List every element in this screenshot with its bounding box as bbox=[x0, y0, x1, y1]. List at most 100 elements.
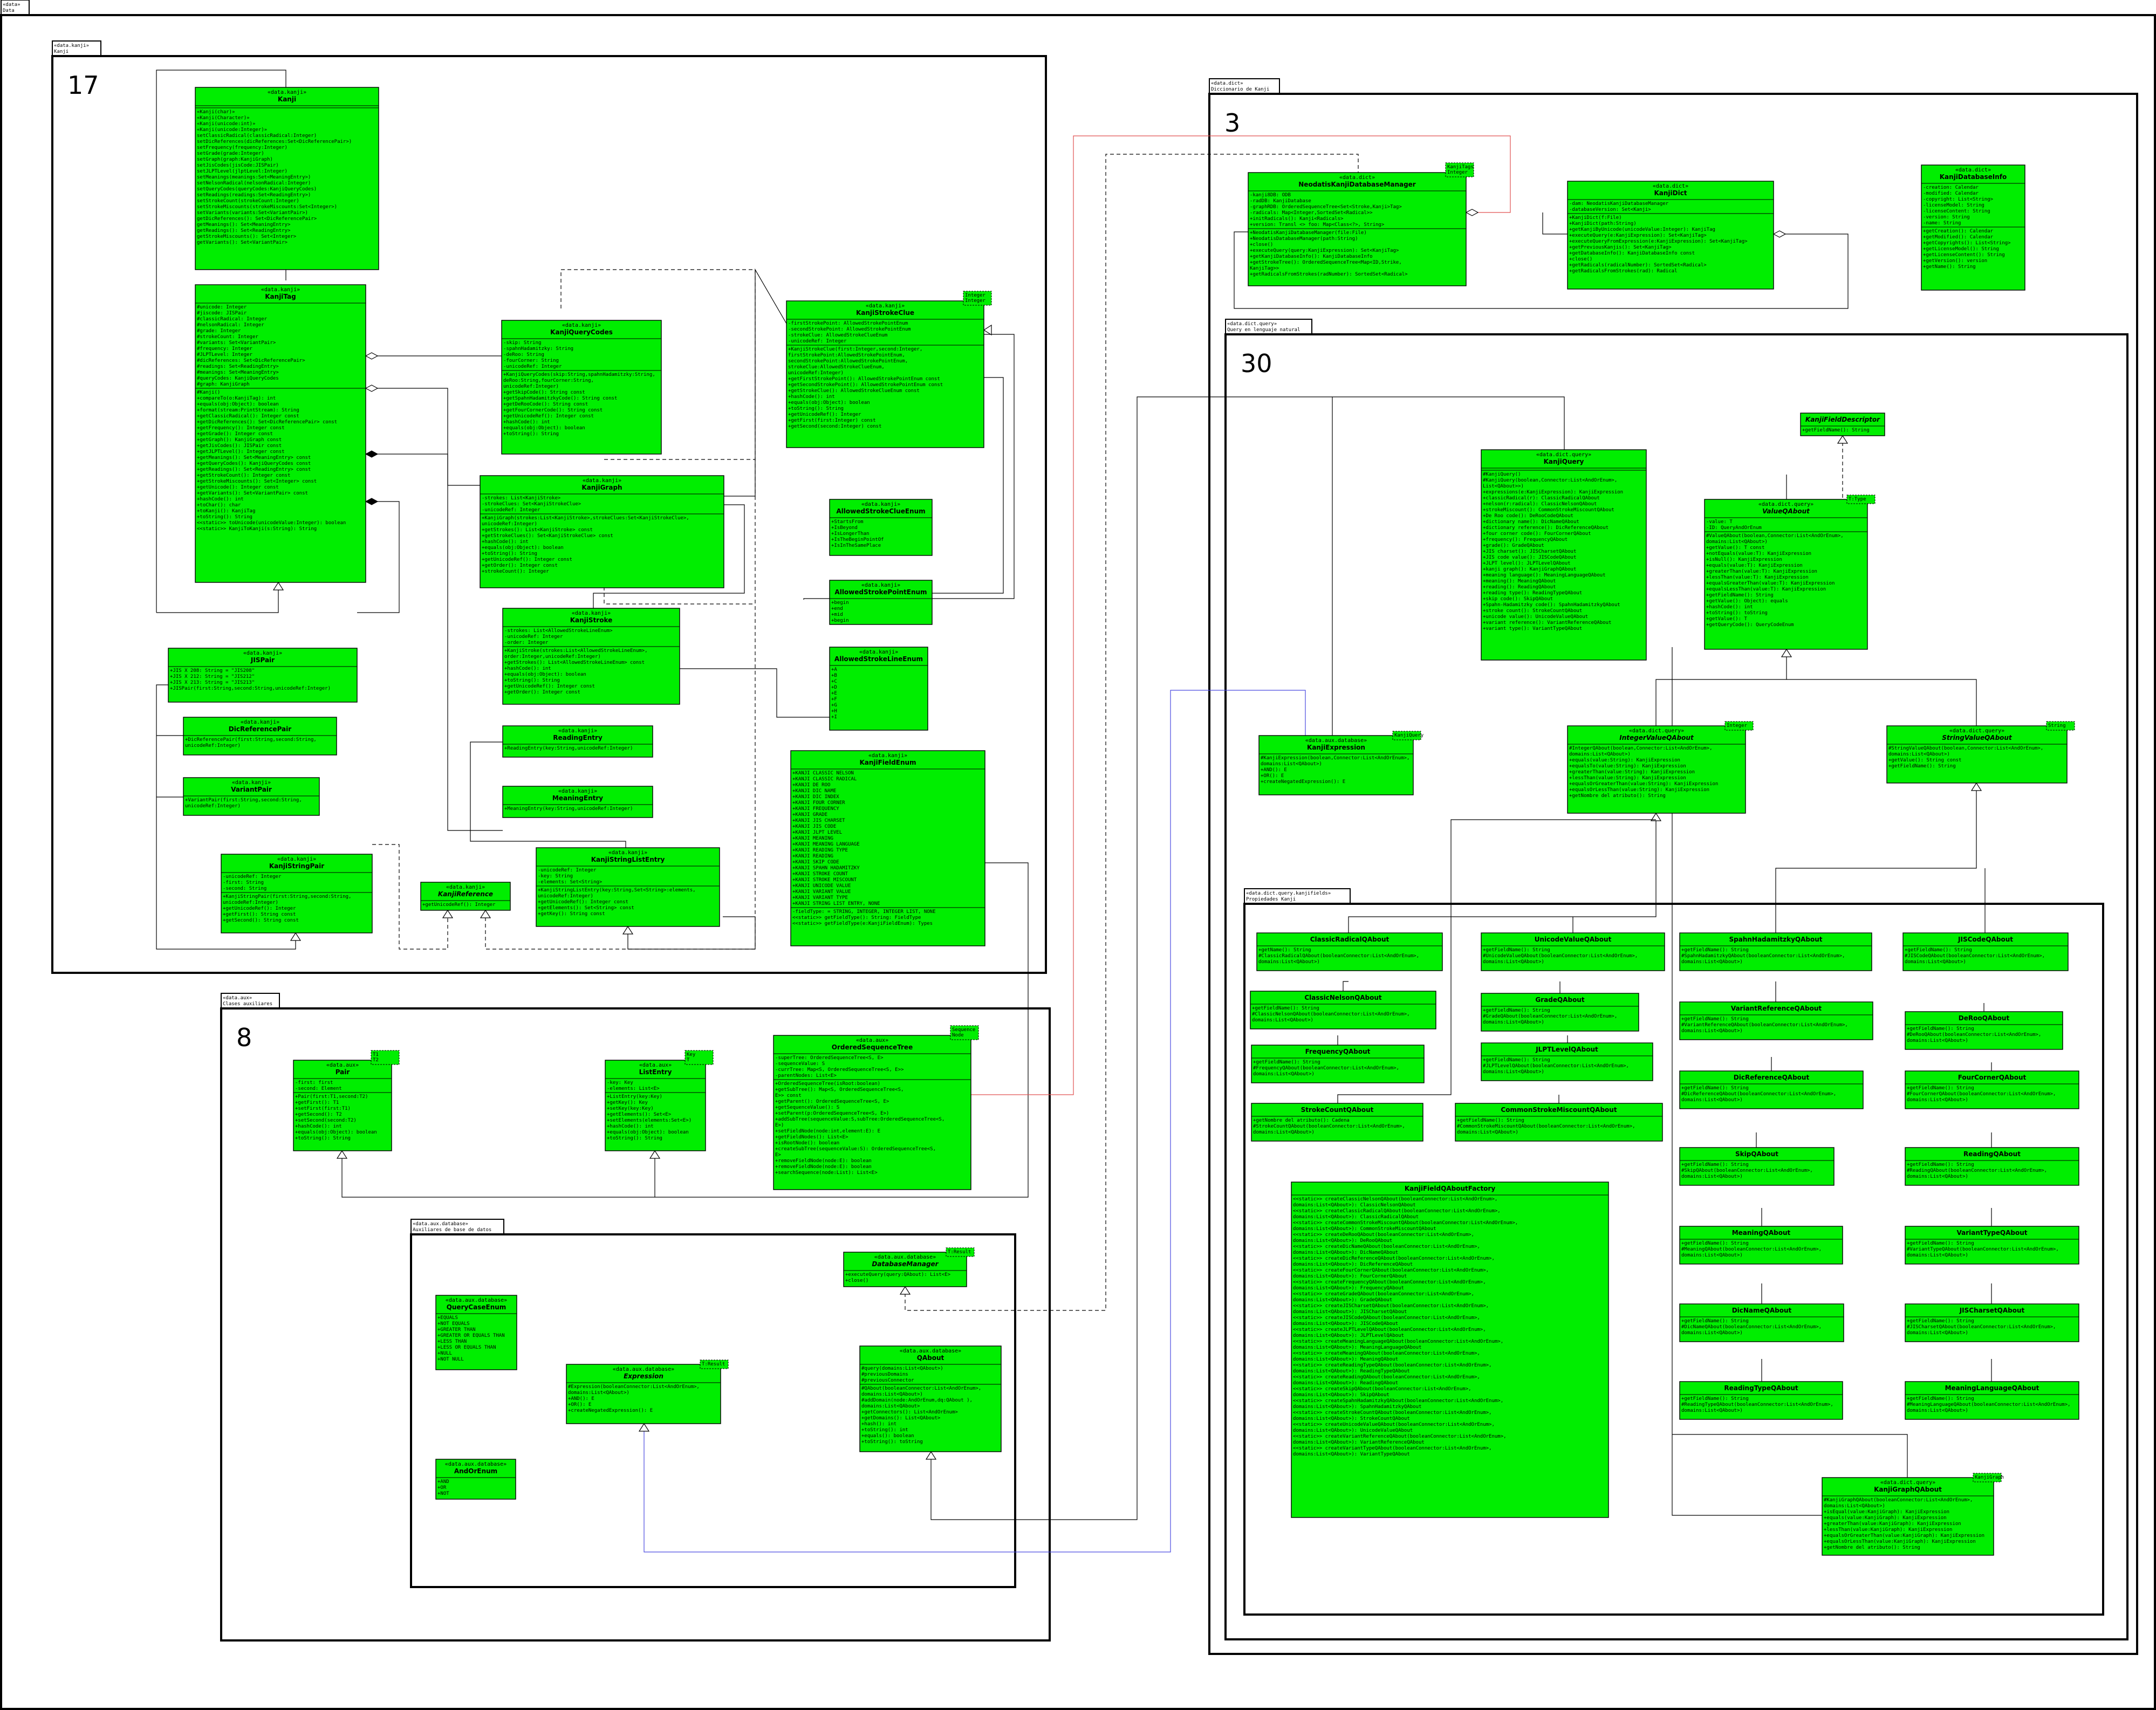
class-kanji-dict[interactable]: «data.dict»KanjiDict -dam: NeodatisKanjiD… bbox=[1567, 181, 1774, 290]
class-stereotype: «data.aux» bbox=[639, 1062, 672, 1068]
class-member: +getStrokeClues(): Set<KanjiStrokeClue> … bbox=[482, 533, 613, 539]
class-box bbox=[1921, 164, 2025, 291]
class-member: #classicRadical: Integer bbox=[197, 317, 268, 322]
class-member: +KANJI JIS CHARSET bbox=[792, 818, 845, 823]
class-classic-nelson-qabout[interactable]: ClassicNelsonQAbout +getFieldName(): Stri… bbox=[1250, 991, 1436, 1029]
class-list-entry[interactable]: «data.aux»ListEntry -key: Key-elements: L… bbox=[605, 1050, 714, 1151]
class-common-stroke-miscount-qabout[interactable]: CommonStrokeMiscountQAbout +getFieldName(… bbox=[1455, 1103, 1663, 1142]
class-allowed-stroke-clue-enum[interactable]: «data.kanji»AllowedStrokeClueEnum +Starts… bbox=[829, 499, 933, 556]
class-member: +toString(): String bbox=[295, 1136, 351, 1141]
class-member: +getFieldName(): String bbox=[1907, 1026, 1974, 1032]
class-member: order:Integer,unicodeRef:Integer) bbox=[504, 654, 601, 660]
class-reading-type-qabout[interactable]: ReadingTypeQAbout +getFieldName(): String… bbox=[1679, 1381, 1843, 1420]
class-variant-pair[interactable]: «data.kanji»VariantPair +VariantPair(firs… bbox=[183, 777, 320, 816]
class-spahn-hadamitzky-qabout[interactable]: SpahnHadamitzkyQAbout +getFieldName(): St… bbox=[1679, 932, 1872, 971]
class-kanji-stroke-clue[interactable]: «data.kanji»KanjiStrokeClue -firstStrokeP… bbox=[786, 291, 992, 448]
class-classic-radical-qabout[interactable]: ClassicRadicalQAbout +getName(): String#C… bbox=[1256, 932, 1443, 971]
class-member: +toString(): int bbox=[861, 1427, 908, 1433]
class-value-qabout[interactable]: «data.dict.query»ValueQAbout -value: T-ID… bbox=[1704, 495, 1876, 650]
class-expression[interactable]: «data.aux.database»Expression #Expression… bbox=[566, 1359, 729, 1424]
class-member: setClassicRadical(classicRadical:Integer… bbox=[197, 133, 317, 139]
class-stereotype: «data.dict.query» bbox=[1629, 728, 1684, 734]
class-member: +getFieldName(): String bbox=[1681, 947, 1749, 953]
class-dic-name-qabout[interactable]: DicNameQAbout +getFieldName(): String#Dic… bbox=[1679, 1303, 1844, 1342]
class-member: setGrade(grade:Integer) bbox=[197, 151, 264, 156]
class-kanji-string-pair[interactable]: «data.kanji»KanjiStringPair -unicodeRef: … bbox=[221, 854, 373, 933]
class-member: +lessThan(value:KanjiGraph): KanjiExpres… bbox=[1824, 1527, 1952, 1533]
class-member: +hashCode(): int bbox=[482, 539, 529, 545]
class-member: +getVariants(): Set<VariantPair> const bbox=[197, 491, 308, 496]
class-and-or-enum[interactable]: «data.aux.database»AndOrEnum +AND+OR+NOT bbox=[435, 1459, 516, 1500]
class-member: strokeClue:AllowedStrokeClueEnum, bbox=[788, 365, 885, 370]
uml-class-diagram: «data»Data«data.kanji»Kanji17 «data.dict»… bbox=[0, 0, 2156, 1710]
class-kanji-string-list-entry[interactable]: «data.kanji»KanjiStringListEntry -unicode… bbox=[536, 847, 720, 927]
class-member: -version: String bbox=[1923, 215, 1970, 220]
class-jiscode-qabout[interactable]: JISCodeQAbout +getFieldName(): String#JIS… bbox=[1902, 932, 2069, 971]
class-kanji-graph-qabout[interactable]: «data.dict.query»KanjiGraphQAbout #KanjiG… bbox=[1822, 1473, 2004, 1556]
class-integer-value-qabout[interactable]: «data.dict.query»IntegerValueQAbout #Inte… bbox=[1567, 721, 1754, 814]
class-kanji-tag[interactable]: «data.kanji»KanjiTag #unicode: Integer#ji… bbox=[195, 284, 366, 583]
class-meaning-qabout[interactable]: MeaningQAbout +getFieldName(): String#Mea… bbox=[1679, 1226, 1843, 1265]
class-member: <<static>> getFieldType(e:KanjiFieldEnum… bbox=[792, 921, 933, 926]
class-reading-qabout[interactable]: ReadingQAbout +getFieldName(): String#Rea… bbox=[1905, 1147, 2079, 1186]
class-skip-qabout[interactable]: SkipQAbout +getFieldName(): String#SkipQA… bbox=[1679, 1147, 1835, 1186]
class-kanji-reference[interactable]: «data.kanji»KanjiReference +getUnicodeRef… bbox=[420, 882, 511, 911]
class-grade-qabout[interactable]: GradeQAbout +getFieldName(): String#Grade… bbox=[1481, 993, 1639, 1032]
class-member: +close() bbox=[845, 1278, 868, 1283]
class-member: #ReadingQAbout(booleanConnector:List<And… bbox=[1907, 1168, 2047, 1173]
class-query-case-enum[interactable]: «data.aux.database»QueryCaseEnum+EQUALS+… bbox=[435, 1295, 517, 1370]
class-kanji-query-codes[interactable]: «data.kanji»KanjiQueryCodes -skip: String… bbox=[501, 320, 662, 455]
class-kanji-database-info[interactable]: «data.dict»KanjiDatabaseInfo -creation: C… bbox=[1921, 164, 2025, 291]
class-qabout[interactable]: «data.aux.database»QAbout #query(domains:… bbox=[859, 1345, 1002, 1452]
class-member: +isEqual(value:KanjiGraph): KanjiExpress… bbox=[1824, 1509, 1949, 1515]
class-member: +equalsOrGreaterThan(value:String): Kanj… bbox=[1569, 781, 1718, 787]
class-unicode-value-qabout[interactable]: UnicodeValueQAbout +getFieldName(): Strin… bbox=[1481, 932, 1665, 971]
class-member: +Pair(first:T1,second:T2) bbox=[295, 1094, 368, 1100]
class-reading-entry[interactable]: «data.kanji»ReadingEntry +ReadingEntry(ke… bbox=[502, 725, 653, 758]
class-allowed-stroke-line-enum[interactable]: «data.kanji»AllowedStrokeLineEnum+A+B+C+… bbox=[829, 647, 928, 731]
class-kanji[interactable]: «data.kanji»Kanji «Kanji(char)»«Kanji(Cha… bbox=[195, 87, 379, 270]
class-meaning-language-qabout[interactable]: MeaningLanguageQAbout +getFieldName(): St… bbox=[1905, 1381, 2079, 1420]
class-neodatis-kanji-database-manager[interactable]: «data.dict»NeodatisKanjiDatabaseManager -… bbox=[1248, 162, 1474, 286]
class-member: +A bbox=[831, 667, 837, 672]
class-kanji-field-descriptor[interactable]: KanjiFieldDescriptor +getFieldName(): Str… bbox=[1800, 413, 1885, 436]
class-stereotype: «data.aux» bbox=[856, 1038, 888, 1043]
class-pair[interactable]: «data.aux»Pair-first: first-second: Elem… bbox=[293, 1050, 400, 1151]
class-member: +isNull(): KanjiExpression bbox=[1706, 557, 1782, 562]
class-kanji-query[interactable]: «data.dict.query»KanjiQuery #KanjiQuery()… bbox=[1481, 449, 1647, 661]
class-name: ReadingTypeQAbout bbox=[1724, 1384, 1798, 1392]
class-variant-type-qabout[interactable]: VariantTypeQAbout +getFieldName(): String… bbox=[1905, 1226, 2079, 1265]
class-kanji-field-enum[interactable]: «data.kanji»KanjiFieldEnum +KANJI CLASSIC… bbox=[790, 750, 985, 946]
class-jlptlevel-qabout[interactable]: JLPTLevelQAbout +getFieldName(): String#J… bbox=[1481, 1042, 1653, 1081]
class-database-manager[interactable]: «data.aux.database»DatabaseManager +execu… bbox=[843, 1247, 975, 1287]
class-member: +removeFieldNode(node:E): boolean bbox=[775, 1158, 872, 1164]
class-stroke-count-qabout[interactable]: StrokeCountQAbout +getNombre del atributo… bbox=[1251, 1103, 1423, 1142]
class-allowed-stroke-point-enum[interactable]: «data.kanji»AllowedStrokePointEnum +begin… bbox=[829, 580, 933, 625]
class-member: secondStrokePoint:AllowedStrokePointEnum… bbox=[788, 359, 908, 364]
class-member: domains:List<QAbout>): CommonStrokeMisco… bbox=[1293, 1226, 1436, 1232]
template-parameter: KanjiTags bbox=[1447, 164, 1474, 170]
class-member: #previousDomains bbox=[861, 1372, 908, 1377]
class-dic-reference-qabout[interactable]: DicReferenceQAbout +getFieldName(): Strin… bbox=[1679, 1070, 1864, 1109]
class-kanji-graph[interactable]: «data.kanji»KanjiGraph -strokes: List<Kan… bbox=[480, 475, 724, 588]
class-de-roo-qabout[interactable]: DeRooQAbout +getFieldName(): String#DeRoo… bbox=[1905, 1011, 2063, 1050]
class-member: domains:List<QAbout>): GradeQAbout bbox=[1293, 1297, 1392, 1303]
class-ordered-sequence-tree[interactable]: «data.aux»OrderedSequenceTree -superTree:… bbox=[773, 1025, 979, 1190]
class-name: SkipQAbout bbox=[1735, 1150, 1778, 1158]
class-string-value-qabout[interactable]: «data.dict.query»StringValueQAbout #Strin… bbox=[1886, 721, 2075, 784]
class-member: +greaterThan(value:KanjiGraph): KanjiExp… bbox=[1824, 1521, 1961, 1527]
class-stereotype: «data.dict.query» bbox=[1758, 502, 1813, 507]
class-kanji-stroke[interactable]: «data.kanji»KanjiStroke -strokes: List<Al… bbox=[502, 608, 680, 705]
class-member: +KANJI JLPT LEVEL bbox=[792, 830, 842, 835]
class-dic-reference-pair[interactable]: «data.kanji»DicReferencePair +DicReferenc… bbox=[183, 717, 337, 756]
class-kanji-expression[interactable]: «data.aux.database»KanjiExpression #Kanji… bbox=[1258, 731, 1424, 795]
class-meaning-entry[interactable]: «data.kanji»MeaningEntry +MeaningEntry(ke… bbox=[502, 786, 653, 818]
class-variant-reference-qabout[interactable]: VariantReferenceQAbout +getFieldName(): S… bbox=[1679, 1001, 1873, 1040]
class-jispair[interactable]: «data.kanji»JISPair +JIS X 208: String = … bbox=[168, 648, 358, 703]
class-kanji-field-qabout-factory[interactable]: KanjiFieldQAboutFactory <<static>> create… bbox=[1291, 1182, 1609, 1518]
class-member: +addSubTree(sequenceValue:S,subTree:Orde… bbox=[775, 1117, 944, 1122]
class-member: +getSpahnHadamitzkyCode(): String const bbox=[503, 396, 617, 401]
class-four-corner-qabout[interactable]: FourCornerQAbout +getFieldName(): String#… bbox=[1905, 1070, 2079, 1109]
class-jischarset-qabout[interactable]: JISCharsetQAbout +getFieldName(): String#… bbox=[1905, 1303, 2079, 1342]
class-frequency-qabout[interactable]: FrequencyQAbout +getFieldName(): String#F… bbox=[1251, 1045, 1425, 1083]
